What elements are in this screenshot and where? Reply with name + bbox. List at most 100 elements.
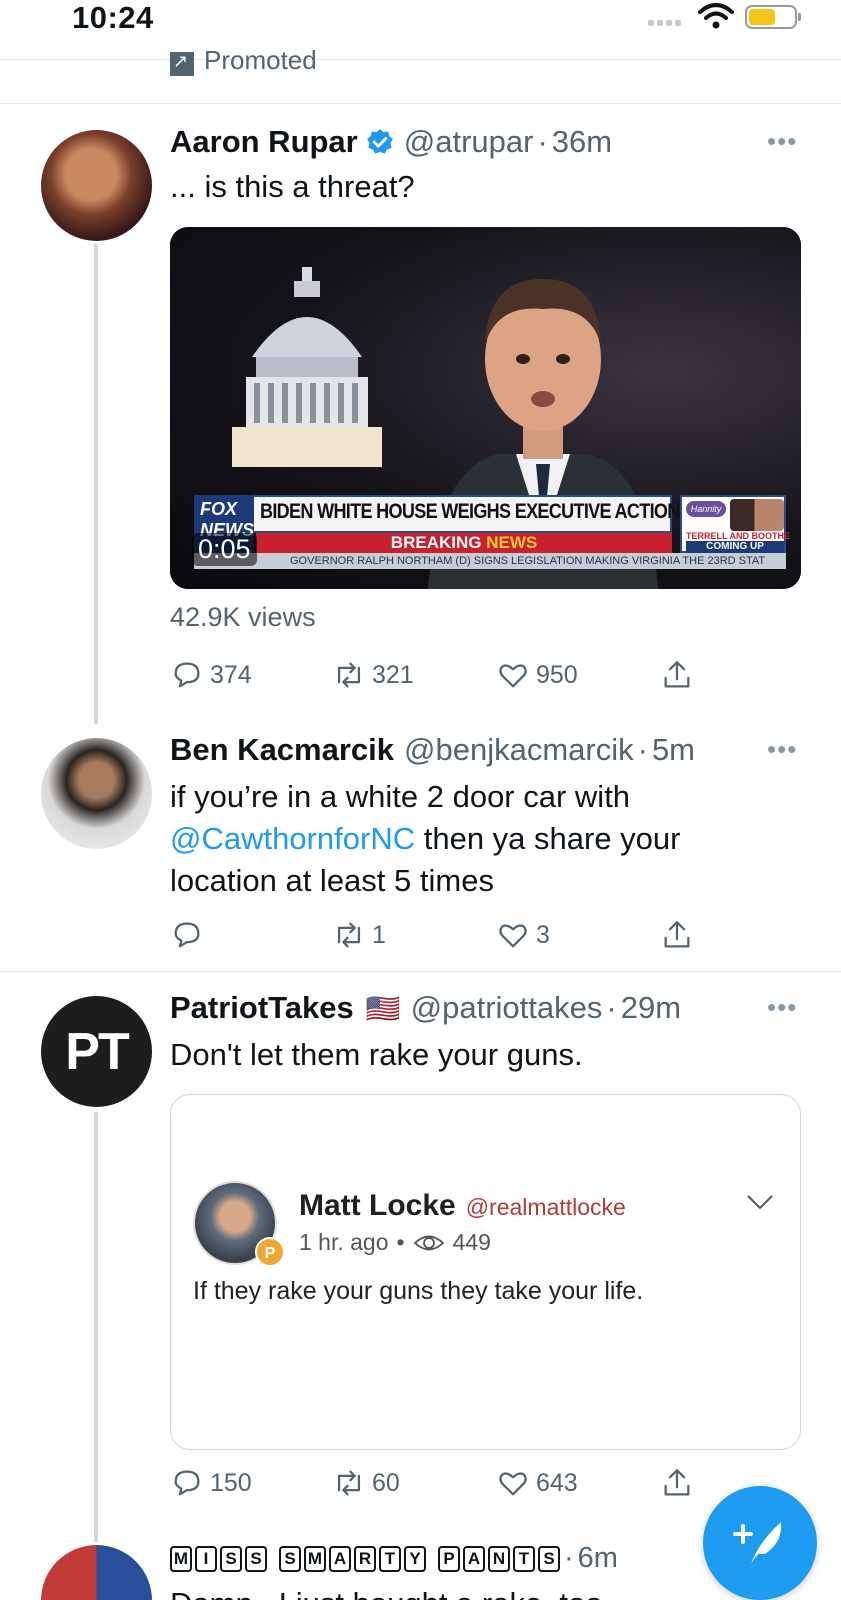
compose-tweet-button[interactable] bbox=[703, 1486, 817, 1600]
retweet-icon bbox=[337, 662, 361, 688]
tweet-text: Don't let them rake your guns. bbox=[170, 1037, 583, 1072]
tweet-text-line-1: if you’re in a white 2 door car with bbox=[170, 779, 631, 814]
action-bar: 150 60 643 bbox=[170, 1466, 730, 1506]
heart-icon bbox=[499, 1472, 527, 1496]
capitol-dome bbox=[232, 267, 382, 467]
avatar[interactable]: PT bbox=[41, 996, 152, 1107]
video-player[interactable]: FOX NEWS BIDEN WHITE HOUSE WEIGHS EXECUT… bbox=[170, 227, 801, 589]
eye-icon bbox=[413, 1235, 444, 1250]
clock: 10:24 bbox=[72, 0, 154, 35]
display-name-part-1[interactable]: MISS bbox=[170, 1545, 267, 1572]
timestamp[interactable]: 6m bbox=[578, 1542, 618, 1575]
view-count: 42.9K views bbox=[170, 602, 316, 632]
tweet-text-line-3: location at least 5 times bbox=[170, 863, 494, 898]
mention-link[interactable]: @CawthornforNC bbox=[170, 821, 415, 856]
verified-badge-icon bbox=[366, 129, 393, 154]
quoted-text: If they rake your guns they take your li… bbox=[193, 1277, 644, 1305]
breaking-word: BREAKING bbox=[390, 533, 482, 552]
reply-icon bbox=[174, 662, 200, 688]
timestamp[interactable]: 36m bbox=[552, 124, 612, 160]
show-logo: Hannity bbox=[686, 501, 726, 517]
separator-dot: · bbox=[537, 124, 548, 159]
display-name-part-3[interactable]: PANTS bbox=[438, 1545, 560, 1572]
tweet-header: MISS SMARTY PANTS · 6m bbox=[170, 1542, 618, 1575]
news-ticker: GOVERNOR RALPH NORTHAM (D) SIGNS LEGISLA… bbox=[194, 553, 786, 569]
tweet-text: Damn...I just bought a rake, too. bbox=[170, 1586, 611, 1600]
retweet-count: 1 bbox=[372, 920, 386, 949]
separator-dot: • bbox=[396, 1229, 405, 1255]
promoted-icon bbox=[170, 51, 194, 76]
quoted-time: 1 hr. ago bbox=[299, 1229, 389, 1255]
reply-count: 150 bbox=[210, 1468, 252, 1497]
battery-icon bbox=[745, 5, 801, 29]
avatar[interactable] bbox=[41, 1545, 152, 1600]
display-name[interactable]: PatriotTakes bbox=[170, 990, 354, 1026]
reply-button[interactable]: 374 bbox=[170, 658, 252, 692]
promo-guests: TERRELL AND BOOTHE bbox=[686, 531, 791, 541]
handle[interactable]: @benjkacmarcik bbox=[404, 732, 634, 768]
handle[interactable]: @patriottakes bbox=[411, 990, 603, 1026]
divider bbox=[0, 103, 841, 104]
breaking-news-bar: BREAKING NEWS bbox=[256, 533, 672, 553]
more-options-icon[interactable]: ••• bbox=[767, 126, 797, 157]
retweet-button[interactable]: 1 bbox=[332, 918, 386, 952]
more-options-icon[interactable]: ••• bbox=[767, 734, 797, 765]
news-word: NEWS bbox=[486, 533, 538, 552]
promo-coming-up: COMING UP bbox=[686, 541, 784, 553]
retweet-button[interactable]: 321 bbox=[332, 658, 414, 692]
divider bbox=[0, 971, 841, 972]
reply-button[interactable] bbox=[170, 918, 210, 952]
action-bar: 374 321 950 bbox=[170, 658, 730, 698]
quoted-views: 449 bbox=[452, 1229, 491, 1255]
display-name[interactable]: Ben Kacmarcik bbox=[170, 732, 394, 768]
news-lower-third: FOX NEWS BIDEN WHITE HOUSE WEIGHS EXECUT… bbox=[194, 495, 790, 571]
thread-line bbox=[94, 1112, 98, 1542]
thread-line bbox=[94, 244, 98, 724]
like-count: 950 bbox=[536, 660, 578, 689]
compose-feather-icon bbox=[733, 1522, 782, 1564]
embedded-post-card[interactable]: P Matt Locke @realmattlocke 1 hr. ago • 4… bbox=[170, 1094, 801, 1450]
tweet-header: PatriotTakes 🇺🇸 @patriottakes · 29m bbox=[170, 990, 681, 1026]
promo-faces bbox=[730, 499, 784, 531]
display-name[interactable]: Aaron Rupar bbox=[170, 124, 358, 160]
display-name-part-2[interactable]: SMARTY bbox=[279, 1545, 426, 1572]
quoted-author: Matt Locke @realmattlocke bbox=[299, 1189, 626, 1223]
cellular-signal-icon bbox=[648, 20, 681, 26]
timestamp[interactable]: 29m bbox=[621, 990, 681, 1026]
handle[interactable]: @atrupar bbox=[404, 124, 534, 160]
like-button[interactable]: 643 bbox=[496, 1466, 578, 1500]
like-count: 3 bbox=[536, 920, 550, 949]
retweet-count: 60 bbox=[372, 1468, 400, 1497]
like-button[interactable]: 3 bbox=[496, 918, 550, 952]
show-promo: Hannity TERRELL AND BOOTHE COMING UP bbox=[680, 495, 790, 553]
retweet-button[interactable]: 60 bbox=[332, 1466, 400, 1500]
like-button[interactable]: 950 bbox=[496, 658, 578, 692]
status-bar: 10:24 bbox=[0, 0, 841, 60]
share-button[interactable] bbox=[660, 1466, 694, 1500]
reply-button[interactable]: 150 bbox=[170, 1466, 252, 1500]
avatar[interactable] bbox=[41, 130, 152, 241]
tweet-header: Ben Kacmarcik @benjkacmarcik · 5m bbox=[170, 732, 695, 768]
tweet-text: if you’re in a white 2 door car with @Ca… bbox=[170, 776, 790, 902]
separator-dot: · bbox=[637, 732, 648, 767]
quoted-meta: 1 hr. ago • 449 bbox=[299, 1229, 491, 1256]
promoted-text: Promoted bbox=[204, 46, 317, 75]
tweet-header: Aaron Rupar @atrupar · 36m bbox=[170, 124, 612, 160]
more-options-icon[interactable]: ••• bbox=[767, 992, 797, 1023]
timestamp[interactable]: 5m bbox=[652, 732, 695, 768]
us-flag-emoji: 🇺🇸 bbox=[365, 992, 401, 1024]
share-button[interactable] bbox=[660, 918, 694, 952]
heart-icon bbox=[499, 924, 527, 948]
wifi-icon bbox=[698, 3, 734, 29]
action-bar: 1 3 bbox=[170, 918, 730, 958]
share-button[interactable] bbox=[660, 658, 694, 692]
video-duration: 0:05 bbox=[192, 533, 257, 566]
retweet-icon bbox=[337, 922, 361, 948]
avatar[interactable] bbox=[41, 738, 152, 849]
reply-count: 374 bbox=[210, 660, 252, 689]
quoted-name: Matt Locke bbox=[299, 1189, 456, 1222]
tweet-text-line-2: then ya share your bbox=[423, 821, 681, 856]
chevron-down-icon[interactable] bbox=[745, 1191, 775, 1213]
reply-icon bbox=[174, 922, 200, 948]
parler-badge-icon: P bbox=[255, 1237, 285, 1267]
